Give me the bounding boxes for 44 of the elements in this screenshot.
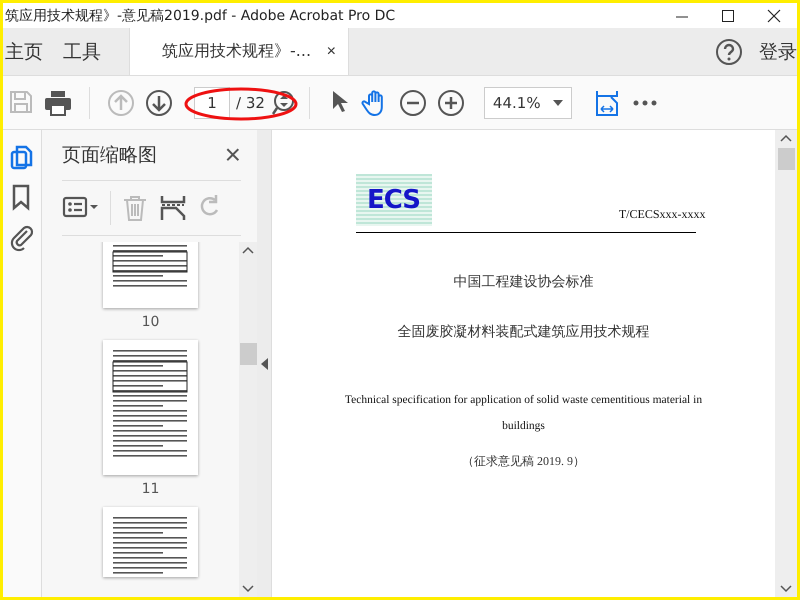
zoom-out-icon[interactable] (398, 88, 427, 116)
sign-in-link[interactable]: 登录 (759, 38, 797, 64)
tab-title: 筑应用技术规程》-... (162, 41, 312, 62)
caret-icon (552, 100, 563, 106)
zoom-dropdown[interactable]: 44.1% (484, 86, 572, 118)
scrollbar-thumb[interactable] (778, 148, 794, 170)
panel-title: 页面缩略图 (62, 143, 157, 168)
english-title: Technical specification for application of solid waste cementitious material in buildings (344, 393, 704, 434)
page-number: 10 (142, 314, 160, 330)
standard-code: T/CECSxxx-xxxx (618, 207, 706, 222)
scroll-up-icon[interactable] (242, 246, 254, 254)
paperclip-icon[interactable] (9, 224, 35, 252)
arrow-down-circle-icon[interactable] (145, 88, 173, 116)
document-title: 全固废胶凝材料装配式建筑应用技术规程 (398, 323, 650, 341)
logo: ECS (356, 174, 432, 226)
pages-icon[interactable] (9, 144, 35, 172)
zoom-in-icon[interactable] (436, 88, 465, 116)
page-count: / 32 (236, 94, 265, 112)
close-icon[interactable] (766, 8, 782, 24)
organization-text: 中国工程建设协会标准 (454, 273, 594, 291)
scrollbar-thumb[interactable] (240, 343, 256, 365)
maximize-icon[interactable] (720, 8, 736, 24)
page-thumbnail[interactable] (103, 242, 198, 308)
nav-tab[interactable]: 工具 (53, 28, 111, 75)
printer-icon[interactable] (44, 88, 72, 116)
draft-note: （征求意见稿 2019. 9） (462, 453, 585, 470)
zoom-value: 44.1% (492, 94, 541, 112)
page-thumbnail[interactable] (103, 507, 198, 577)
nav-tab[interactable]: 主页 (3, 28, 53, 75)
page-number: 11 (142, 481, 160, 497)
insert-page-icon[interactable] (159, 194, 187, 222)
scroll-up-icon[interactable] (780, 134, 792, 142)
scrollbar[interactable] (775, 130, 797, 597)
help-icon[interactable] (715, 38, 743, 66)
panel-close-button[interactable]: × (224, 141, 241, 169)
scrollbar[interactable] (239, 242, 257, 597)
scroll-down-icon[interactable] (780, 585, 792, 593)
page-navigation-icon[interactable] (270, 90, 297, 116)
window-title: 筑应用技术规程》-意见稿2019.pdf - Adobe Acrobat Pro DC (4, 6, 396, 24)
document-tab[interactable]: 筑应用技术规程》-... × (129, 28, 349, 75)
page-thumbnail[interactable] (103, 340, 198, 475)
collapse-arrow-icon[interactable] (260, 358, 268, 370)
tab-close-button[interactable]: × (326, 42, 336, 60)
scroll-down-icon[interactable] (242, 585, 254, 593)
